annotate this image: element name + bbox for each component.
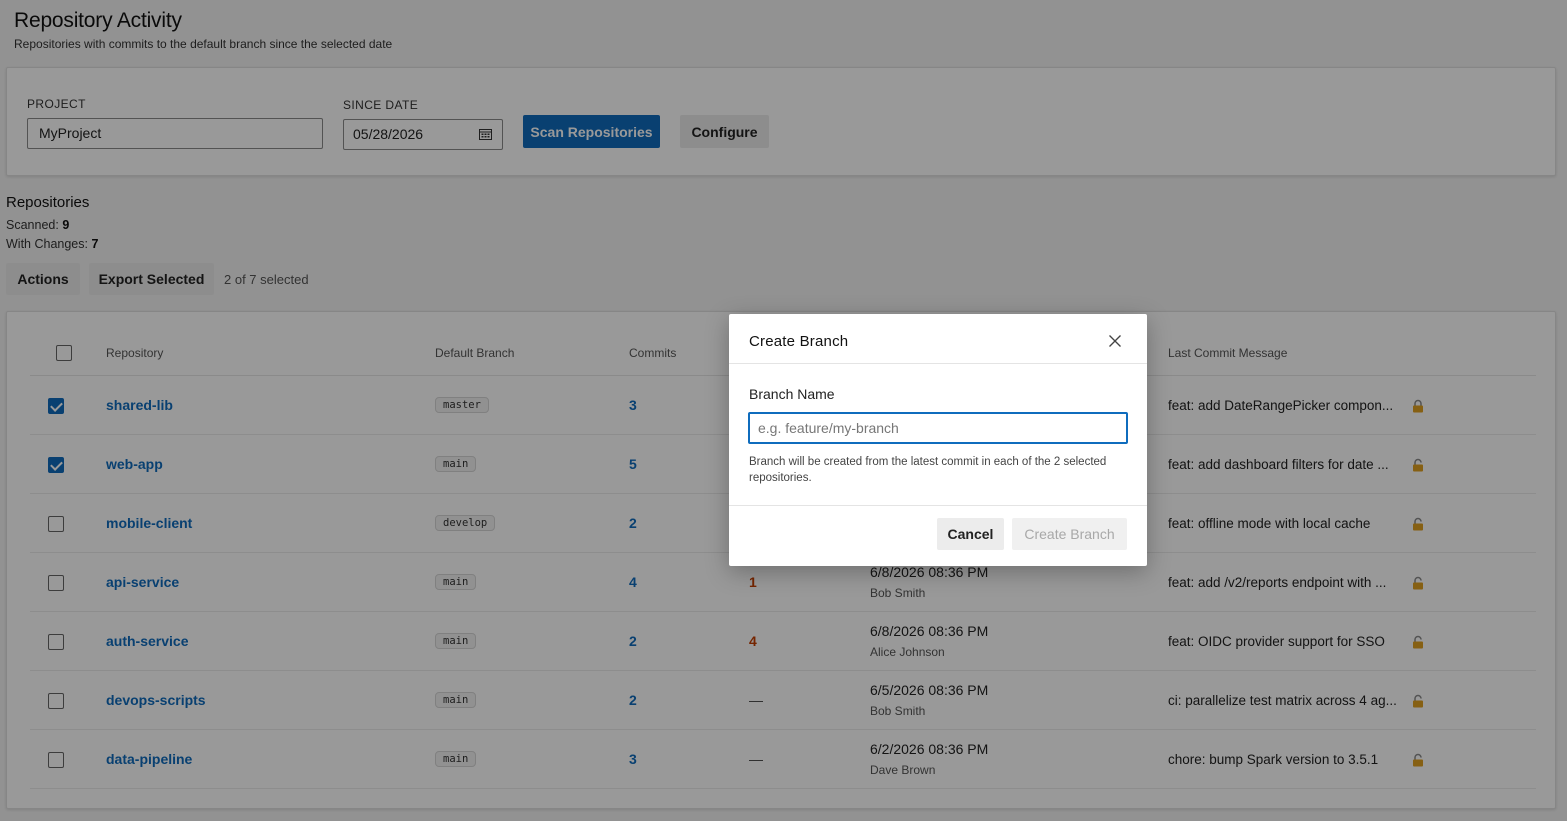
branch-name-label: Branch Name	[749, 386, 835, 402]
cancel-button[interactable]: Cancel	[937, 518, 1004, 550]
close-icon[interactable]	[1109, 335, 1121, 347]
create-branch-button[interactable]: Create Branch	[1012, 518, 1127, 550]
branch-name-input[interactable]	[748, 412, 1128, 444]
branch-help-text: Branch will be created from the latest c…	[749, 456, 1107, 484]
create-branch-dialog: Create Branch Branch Name Branch will be…	[729, 314, 1147, 566]
dialog-title: Create Branch	[749, 333, 849, 350]
dialog-header-divider	[729, 363, 1147, 364]
dialog-footer-divider	[729, 505, 1147, 506]
page: Repository Activity Repositories with co…	[0, 0, 1567, 821]
